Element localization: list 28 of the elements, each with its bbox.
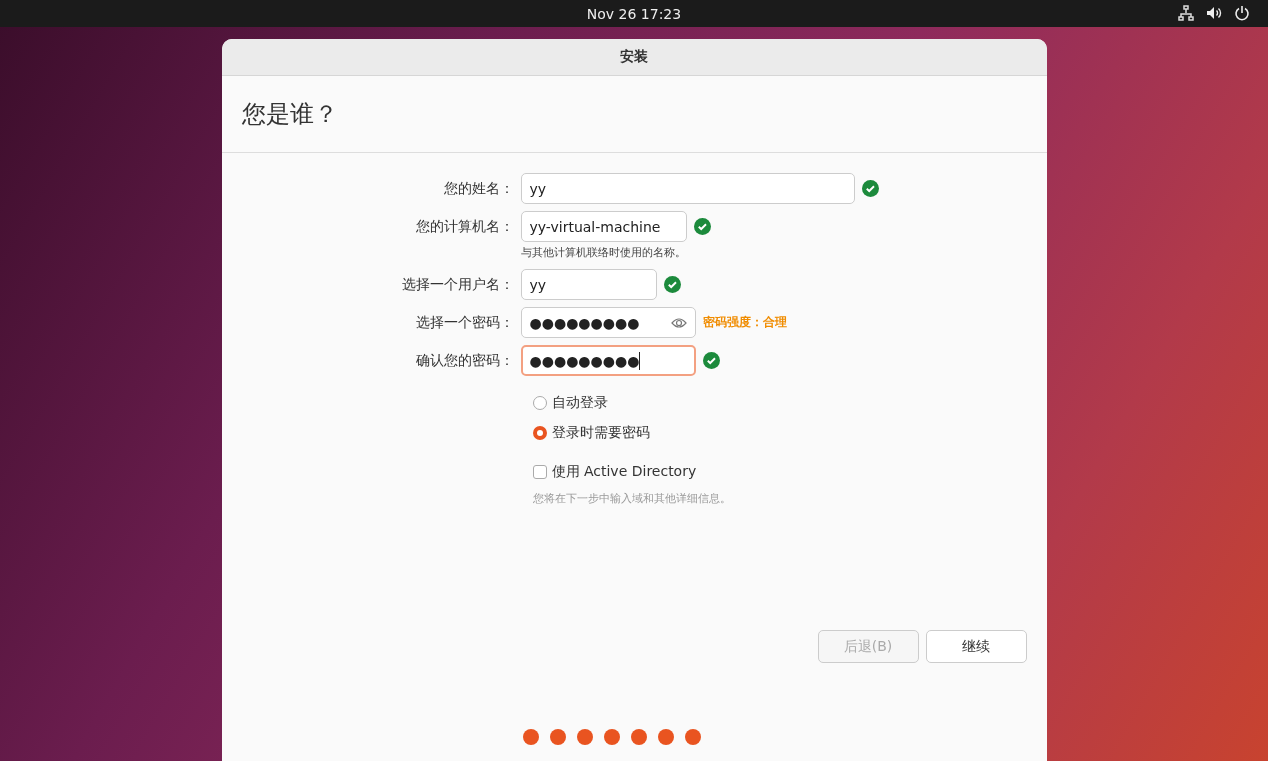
radio-icon[interactable] bbox=[532, 396, 547, 410]
field-label: 您的计算机名： bbox=[414, 217, 515, 236]
field-label: 确认您的密码： bbox=[414, 351, 515, 370]
input-field[interactable]: ●●●●●●●●● bbox=[520, 307, 696, 338]
network-icon[interactable] bbox=[1178, 5, 1194, 21]
field-hint: 与其他计算机联络时使用的名称。 bbox=[520, 245, 687, 260]
field-label: 选择一个用户名： bbox=[400, 275, 515, 294]
text-cursor bbox=[639, 351, 641, 370]
input-field[interactable]: yy bbox=[520, 173, 855, 204]
password-strength: 密码强度：合理 bbox=[702, 314, 787, 331]
checkbox-hint: 您将在下一步中输入域和其他详细信息。 bbox=[532, 491, 732, 506]
continue-button[interactable]: 继续 bbox=[925, 630, 1027, 663]
checkbox-option[interactable]: 使用 Active Directory bbox=[532, 457, 1047, 487]
page-heading: 您是谁？ bbox=[241, 99, 338, 130]
radio-icon[interactable] bbox=[532, 426, 547, 440]
input-field[interactable]: yy bbox=[520, 269, 657, 300]
clock[interactable]: Nov 26 17:23 bbox=[586, 5, 682, 22]
field-label: 您的姓名： bbox=[442, 179, 515, 198]
window-title: 安装 bbox=[620, 48, 648, 66]
radio-option[interactable]: 自动登录 bbox=[532, 388, 1047, 418]
power-icon[interactable] bbox=[1234, 5, 1250, 21]
volume-icon[interactable] bbox=[1206, 5, 1222, 21]
checkbox-icon[interactable] bbox=[532, 465, 547, 479]
radio-option[interactable]: 登录时需要密码 bbox=[532, 418, 1047, 448]
input-field[interactable]: ●●●●●●●●● bbox=[520, 345, 696, 376]
field-label: 选择一个密码： bbox=[414, 313, 515, 332]
eye-icon[interactable] bbox=[670, 316, 687, 329]
input-field[interactable]: yy-virtual-machine bbox=[520, 211, 687, 242]
